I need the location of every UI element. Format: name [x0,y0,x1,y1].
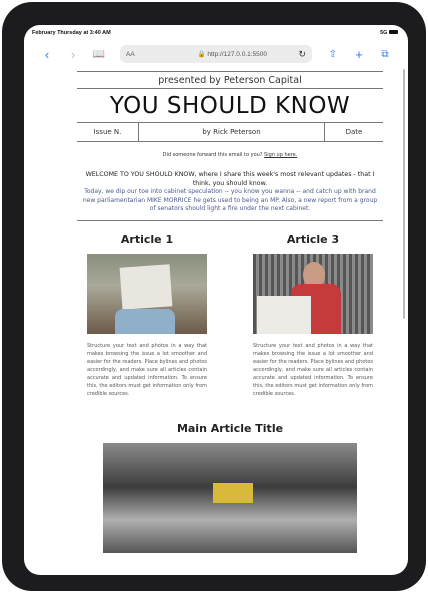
url-value: http://127.0.0.1:5500 [207,51,267,58]
scrollbar[interactable] [403,69,405,319]
text-size-button[interactable]: AA [126,51,166,58]
lock-icon: 🔒 [197,51,206,58]
intro-text: Today, we dip our toe into cabinet specu… [82,188,378,212]
issue-info-row: Issue N. by Rick Peterson Date [77,122,383,142]
issue-date: Date [345,128,363,136]
share-icon[interactable]: ⇧ [320,49,346,60]
tablet-frame: February Thursday at 3:40 AM 5G ‹ › 📖 AA… [2,2,426,591]
article-card: Article 3 Structure your text and photos… [253,233,373,398]
article-card: Article 1 Structure your text and photos… [87,233,207,398]
tabs-icon[interactable]: ⧉ [372,49,398,60]
article-body: Structure your text and photos in a way … [253,342,373,397]
back-icon[interactable]: ‹ [34,47,60,62]
reload-icon[interactable]: ↻ [298,49,306,60]
browser-toolbar: ‹ › 📖 AA 🔒 http://127.0.0.1:5500 ↻ ⇧ + ⧉ [24,41,408,67]
signup-link[interactable]: Sign up here. [264,152,297,158]
new-tab-icon[interactable]: + [346,47,372,62]
articles-row: Article 1 Structure your text and photos… [77,233,383,398]
newsletter-title: YOU SHOULD KNOW [109,93,351,119]
status-network: 5G [380,30,398,40]
bookmarks-icon[interactable]: 📖 [86,49,112,60]
battery-icon [389,30,398,34]
newsletter: presented by Peterson Capital YOU SHOULD… [77,71,383,553]
article-title: Article 1 [120,232,174,246]
status-bar: February Thursday at 3:40 AM 5G [32,30,398,40]
forward-notice: Did someone forward this email to you? S… [77,152,383,158]
article-title: Article 3 [286,232,340,246]
article-photo [253,253,373,334]
url-text[interactable]: 🔒 http://127.0.0.1:5500 [166,50,298,58]
status-time: February Thursday at 3:40 AM [32,30,111,36]
address-bar[interactable]: AA 🔒 http://127.0.0.1:5500 ↻ [120,45,312,63]
presented-by: presented by Peterson Capital [158,75,302,86]
network-label: 5G [380,30,388,36]
welcome-text: WELCOME TO YOU SHOULD KNOW, where I shar… [85,171,375,187]
article-body: Structure your text and photos in a way … [87,342,207,397]
issue-number: Issue N. [77,123,139,141]
forward-icon[interactable]: › [60,47,86,62]
browser-screen: February Thursday at 3:40 AM 5G ‹ › 📖 AA… [24,25,408,575]
divider [77,219,383,221]
article-photo [87,253,207,334]
forward-text: Did someone forward this email to you? [162,152,263,158]
byline: by Rick Peterson [139,123,325,141]
main-article-title: Main Article Title [176,421,284,435]
main-article-photo [103,442,357,553]
